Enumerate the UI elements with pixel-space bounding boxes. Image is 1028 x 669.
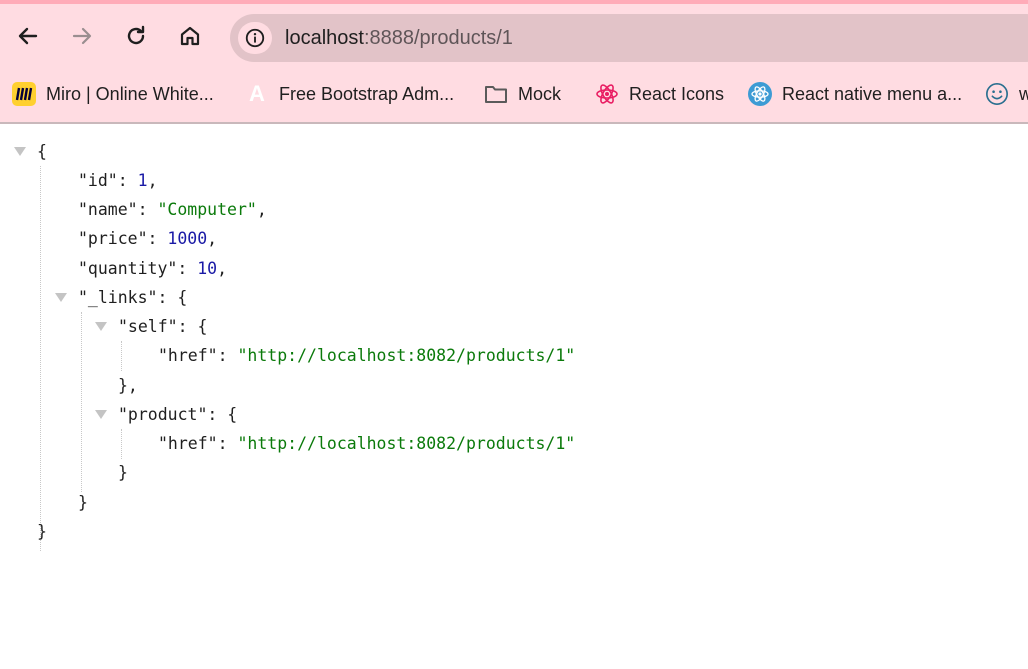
url-text[interactable]: localhost:8888/products/1 bbox=[285, 27, 513, 50]
bookmark-w[interactable]: w bbox=[985, 81, 1028, 107]
json-field-self: "self": { bbox=[118, 317, 208, 336]
root-open-brace: { bbox=[37, 142, 47, 161]
bookmark-label: w bbox=[1019, 83, 1028, 104]
bookmark-bootstrap-admin[interactable]: A Free Bootstrap Adm... bbox=[245, 81, 454, 107]
react-blue-icon bbox=[748, 82, 772, 106]
bookmark-label: React native menu a... bbox=[782, 83, 963, 104]
smiley-icon bbox=[985, 82, 1009, 106]
bookmark-miro[interactable]: Miro | Online White... bbox=[12, 81, 214, 107]
site-info-button[interactable] bbox=[238, 22, 272, 54]
json-field-self-href: "href": "http://localhost:8082/products/… bbox=[158, 346, 576, 365]
collapse-toggle-product[interactable] bbox=[95, 410, 107, 420]
url-path: :8888/products/1 bbox=[363, 27, 513, 49]
browser-toolbar: localhost:8888/products/1 bbox=[0, 4, 1028, 70]
forward-button[interactable] bbox=[66, 20, 98, 52]
info-icon bbox=[245, 28, 265, 48]
bookmark-folder-mock[interactable]: Mock bbox=[484, 81, 561, 107]
home-icon bbox=[180, 26, 200, 46]
indent-guide-root bbox=[40, 166, 41, 551]
json-field-links: "_links": { bbox=[78, 288, 188, 307]
forward-arrow-icon bbox=[72, 27, 92, 45]
indent-guide-links bbox=[81, 312, 82, 492]
collapse-toggle-self[interactable] bbox=[95, 322, 107, 332]
bookmark-label: Mock bbox=[518, 83, 562, 104]
admin-template-icon: A bbox=[249, 81, 265, 106]
address-bar[interactable]: localhost:8888/products/1 bbox=[230, 14, 1028, 62]
react-pink-icon bbox=[595, 82, 619, 106]
json-field-id: "id": 1, bbox=[78, 171, 158, 190]
reload-button[interactable] bbox=[120, 20, 152, 52]
back-arrow-icon bbox=[18, 27, 38, 45]
json-field-quantity: "quantity": 10, bbox=[78, 259, 228, 278]
json-field-name: "name": "Computer", bbox=[78, 200, 267, 219]
json-viewer: { "id": 1, "name": "Computer", "price": … bbox=[0, 126, 1028, 669]
collapse-toggle-root[interactable] bbox=[14, 147, 26, 157]
bookmark-label: Miro | Online White... bbox=[46, 83, 214, 104]
self-close-brace: }, bbox=[118, 376, 138, 395]
indent-guide-self bbox=[121, 341, 122, 371]
home-button[interactable] bbox=[174, 20, 206, 52]
miro-icon bbox=[12, 82, 36, 106]
indent-guide-product bbox=[121, 429, 122, 459]
json-field-product-href: "href": "http://localhost:8082/products/… bbox=[158, 434, 576, 453]
reload-icon bbox=[127, 25, 145, 45]
json-field-product: "product": { bbox=[118, 405, 238, 424]
links-close-brace: } bbox=[78, 493, 88, 512]
folder-icon bbox=[484, 82, 508, 106]
url-host: localhost bbox=[285, 27, 364, 49]
collapse-toggle-links[interactable] bbox=[55, 293, 67, 303]
bookmark-react-native-menu[interactable]: React native menu a... bbox=[748, 81, 962, 107]
bookmark-label: Free Bootstrap Adm... bbox=[279, 83, 455, 104]
bookmarks-bar: Miro | Online White... A Free Bootstrap … bbox=[0, 70, 1028, 124]
bookmark-react-icons[interactable]: React Icons bbox=[595, 81, 724, 107]
root-close-brace: } bbox=[37, 522, 47, 541]
json-field-price: "price": 1000, bbox=[78, 229, 218, 248]
back-button[interactable] bbox=[12, 20, 44, 52]
bookmark-label: React Icons bbox=[629, 83, 725, 104]
product-close-brace: } bbox=[118, 463, 128, 482]
